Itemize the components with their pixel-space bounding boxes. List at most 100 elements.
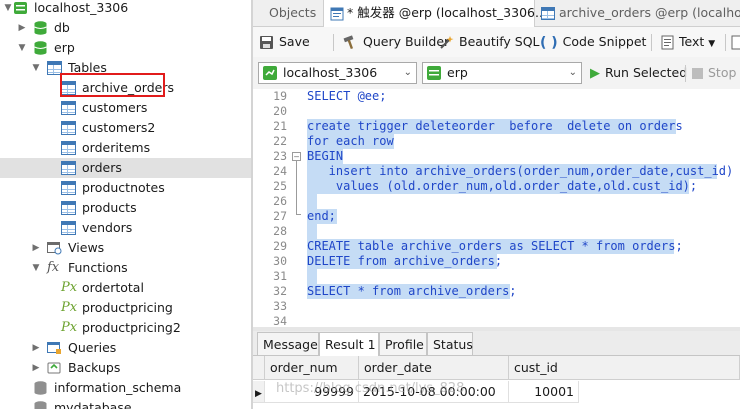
tree-table-orderitems[interactable]: orderitems bbox=[0, 138, 251, 158]
red-highlight-box bbox=[60, 73, 165, 97]
beautify-sql-button[interactable]: Beautify SQL bbox=[439, 27, 540, 57]
tree-db-information-schema[interactable]: information_schema bbox=[0, 378, 251, 398]
expand-arrow-icon[interactable]: ▶ bbox=[30, 238, 42, 258]
fold-guide-end bbox=[296, 214, 301, 215]
stop-label: Stop bbox=[708, 65, 737, 80]
tab-result-1[interactable]: Result 1 bbox=[319, 332, 379, 356]
line-number: 22 bbox=[273, 134, 287, 148]
table-cell[interactable]: 10001 bbox=[509, 381, 579, 403]
tree-table-products[interactable]: products bbox=[0, 198, 251, 218]
tree-table-label: customers2 bbox=[82, 120, 156, 135]
database-select[interactable]: erp ⌄ bbox=[422, 62, 582, 84]
tree-connection[interactable]: ▼ localhost_3306 bbox=[0, 0, 251, 18]
hammer-icon bbox=[343, 35, 354, 50]
code-line-22: for each row bbox=[307, 134, 394, 149]
code-snippet-button[interactable]: ( ) Code Snippet bbox=[540, 27, 646, 57]
column-header-order-date[interactable]: order_date bbox=[359, 356, 509, 380]
database-icon bbox=[427, 66, 441, 80]
database-icon bbox=[34, 401, 47, 409]
code-line-30: DELETE from archive_orders; bbox=[307, 254, 502, 269]
tab-label: Result 1 bbox=[325, 337, 376, 352]
tree-table-customers2[interactable]: customers2 bbox=[0, 118, 251, 138]
tab-label: Objects bbox=[269, 5, 317, 20]
table-icon bbox=[61, 121, 76, 135]
tree-table-label: products bbox=[82, 200, 137, 215]
tab-label: Profile bbox=[385, 337, 424, 352]
column-header-cust-id[interactable]: cust_id bbox=[509, 356, 740, 380]
tree-group-views[interactable]: ▶ Views bbox=[0, 238, 251, 258]
stop-button[interactable]: Stop bbox=[692, 58, 736, 88]
tree-table-label: productnotes bbox=[82, 180, 165, 195]
fold-collapse-icon[interactable]: – bbox=[292, 152, 301, 161]
tree-table-customers[interactable]: customers bbox=[0, 98, 251, 118]
column-header-label: order_num bbox=[270, 360, 338, 375]
code-text: SELECT * from archive_orders; bbox=[307, 284, 517, 298]
tree-db-erp[interactable]: ▼ erp bbox=[0, 38, 251, 58]
tree-function-ordertotal[interactable]: Px ordertotal bbox=[0, 278, 251, 298]
code-line-25: values (old.order_num,old.order_date,old… bbox=[307, 179, 697, 194]
text-document-icon bbox=[661, 35, 674, 50]
text-mode-button[interactable]: Text ▼ bbox=[661, 27, 715, 57]
line-number: 34 bbox=[273, 314, 287, 327]
code-text: values (old.order_num,old.order_date,old… bbox=[307, 179, 698, 193]
save-label: Save bbox=[279, 34, 310, 49]
column-header-label: order_date bbox=[364, 360, 432, 375]
code-text: create trigger deleteorder before delete… bbox=[307, 119, 683, 133]
tree-table-label: customers bbox=[82, 100, 148, 115]
tree-group-queries[interactable]: ▶ Queries bbox=[0, 338, 251, 358]
query-pane: Objects * 触发器 @erp (localhost_3306... ar… bbox=[253, 0, 740, 409]
toolbar-separator bbox=[725, 34, 726, 51]
code-line-19: SELECT @ee; bbox=[307, 89, 386, 104]
code-line-27: end; bbox=[307, 209, 336, 224]
cell-value: 10001 bbox=[534, 384, 574, 399]
tab-profile[interactable]: Profile bbox=[379, 332, 427, 355]
database-select-value: erp bbox=[447, 65, 468, 80]
editor-toolbar: Save Query Builder Beautify SQL ( ) Code … bbox=[253, 27, 740, 57]
collapse-arrow-icon[interactable]: ▼ bbox=[30, 58, 42, 78]
column-header-order-num[interactable]: order_num bbox=[265, 356, 359, 380]
result-tab-bar: Message Result 1 Profile Status bbox=[253, 331, 740, 356]
tree-group-functions[interactable]: ▼ fx Functions bbox=[0, 258, 251, 278]
tree-db-label: db bbox=[54, 20, 70, 35]
run-selected-button[interactable]: ▶ Run Selected bbox=[590, 58, 687, 88]
sql-editor[interactable]: 19 20 21 22 23 24 25 26 27 28 29 30 31 32 33 34 – SELEC… bbox=[253, 89, 740, 327]
code-text: insert into archive_orders(order_num,ord… bbox=[307, 164, 734, 178]
tree-table-vendors[interactable]: vendors bbox=[0, 218, 251, 238]
code-snippet-label: Code Snippet bbox=[562, 34, 647, 49]
code-line-24: insert into archive_orders(order_num,ord… bbox=[307, 164, 734, 179]
tab-archive-orders[interactable]: archive_orders @erp (localhost... bbox=[535, 0, 740, 26]
tree-db-db[interactable]: ▶ db bbox=[0, 18, 251, 38]
collapse-arrow-icon[interactable]: ▼ bbox=[30, 258, 42, 278]
code-text: CREATE table archive_orders as SELECT * … bbox=[307, 239, 683, 253]
table-tab-icon bbox=[541, 7, 555, 20]
tab-label: Message bbox=[263, 337, 318, 352]
tree-table-orders[interactable]: orders bbox=[0, 158, 251, 178]
connection-select[interactable]: localhost_3306 ⌄ bbox=[258, 62, 417, 84]
tab-trigger-query[interactable]: * 触发器 @erp (localhost_3306... bbox=[323, 0, 547, 27]
tree-db-mydatabase[interactable]: mydatabase bbox=[0, 398, 251, 409]
current-row-arrow-icon: ▶ bbox=[255, 389, 262, 399]
expand-arrow-icon[interactable]: ▶ bbox=[16, 18, 28, 38]
tree-group-label: Views bbox=[68, 240, 105, 255]
tree-function-productpricing[interactable]: Px productpricing bbox=[0, 298, 251, 318]
tree-db-label: information_schema bbox=[54, 380, 182, 395]
export-button[interactable] bbox=[731, 27, 740, 57]
tab-objects[interactable]: Objects bbox=[263, 0, 322, 26]
tree-group-backups[interactable]: ▶ Backups bbox=[0, 358, 251, 378]
tab-bar: Objects * 触发器 @erp (localhost_3306... ar… bbox=[253, 0, 740, 27]
code-line-21: create trigger deleteorder before delete… bbox=[307, 119, 683, 134]
function-group-icon: fx bbox=[47, 260, 60, 275]
save-button[interactable]: Save bbox=[259, 27, 310, 57]
tree-table-productnotes[interactable]: productnotes bbox=[0, 178, 251, 198]
selection-highlight bbox=[307, 194, 317, 209]
expand-arrow-icon[interactable]: ▶ bbox=[30, 358, 42, 378]
expand-arrow-icon[interactable]: ▶ bbox=[30, 338, 42, 358]
collapse-arrow-icon[interactable]: ▼ bbox=[16, 38, 28, 58]
tree-function-productpricing2[interactable]: Px productpricing2 bbox=[0, 318, 251, 338]
code-line-32: SELECT * from archive_orders; bbox=[307, 284, 517, 299]
query-builder-button[interactable]: Query Builder bbox=[343, 27, 449, 57]
collapse-arrow-icon[interactable]: ▼ bbox=[2, 0, 14, 18]
tab-status[interactable]: Status bbox=[427, 332, 473, 355]
row-selector[interactable]: ▶ bbox=[253, 381, 265, 403]
tab-message[interactable]: Message bbox=[257, 332, 319, 355]
